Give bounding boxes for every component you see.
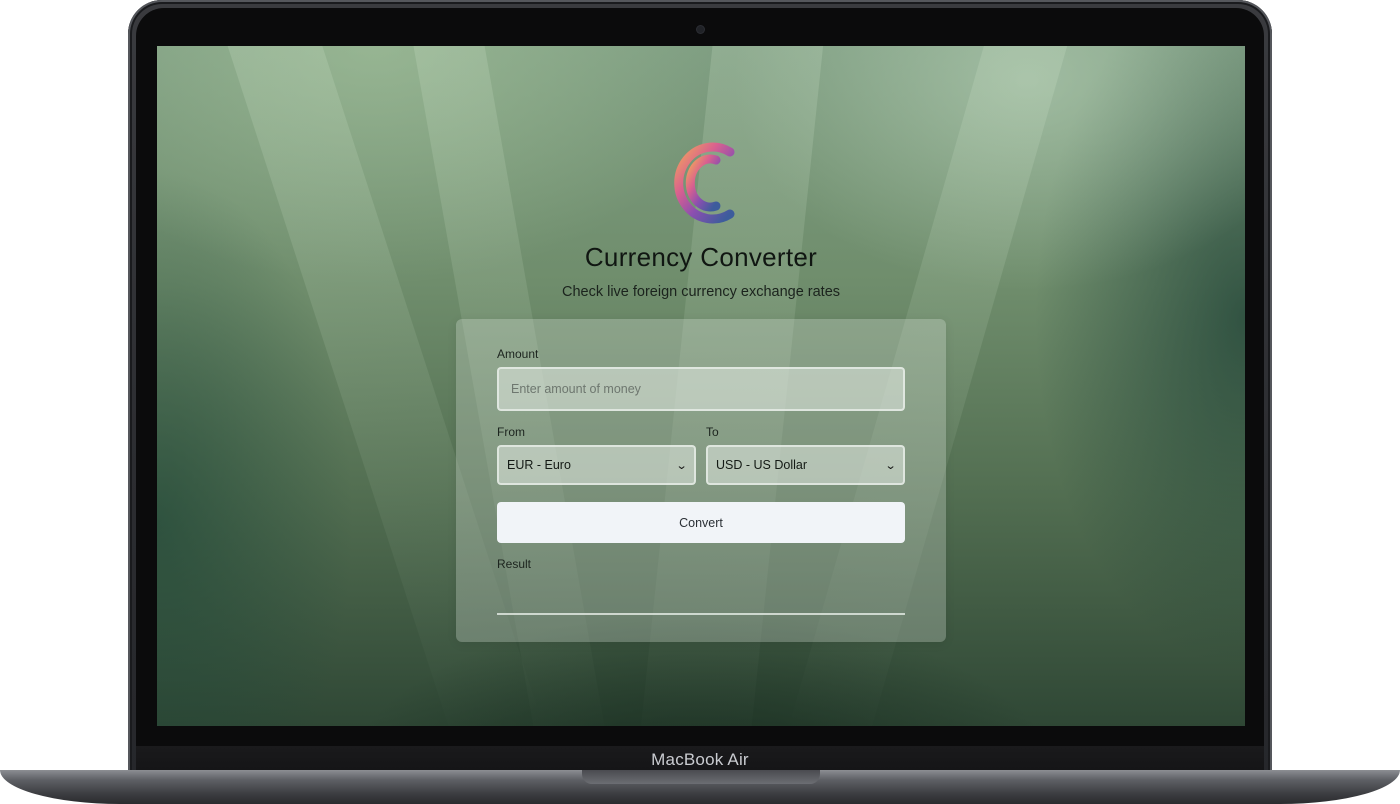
to-currency-value: USD - US Dollar [716,458,807,472]
result-label: Result [497,557,532,571]
converter-card: Amount From EUR - Euro ⌄ To USD - US Dol… [456,319,946,642]
from-currency-value: EUR - Euro [507,458,571,472]
page-subtitle: Check live foreign currency exchange rat… [561,284,841,300]
device-brand-label: MacBook Air [651,750,749,769]
page-title: Currency Converter [584,242,818,272]
chevron-down-icon: ⌄ [675,459,688,472]
from-currency-select[interactable]: EUR - Euro ⌄ [497,445,696,485]
chevron-down-icon: ⌄ [884,459,897,472]
amount-input[interactable] [497,367,905,411]
result-underline [497,613,905,615]
to-label: To [706,425,719,439]
laptop-hinge-notch [582,770,820,784]
laptop-frame: Currency Converter Check live foreign cu… [0,0,1400,804]
camera-icon [697,26,704,33]
euro-coin-icon [660,130,735,238]
to-currency-select[interactable]: USD - US Dollar ⌄ [706,445,905,485]
convert-button[interactable]: Convert [497,502,905,543]
amount-label: Amount [497,347,539,361]
app-screen: Currency Converter Check live foreign cu… [157,46,1245,726]
from-label: From [497,425,525,439]
